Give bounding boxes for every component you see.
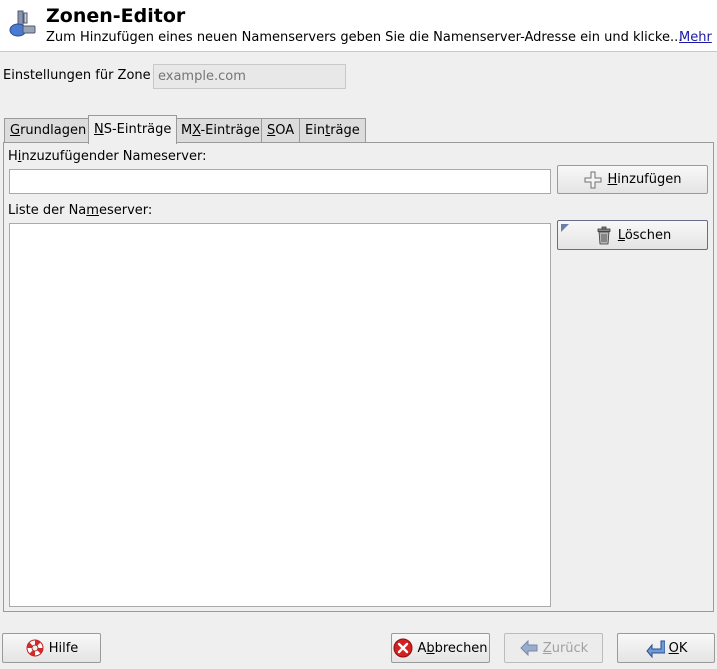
nameserver-list-label: Liste der Nameserver:	[8, 203, 153, 218]
tab-grundlagen[interactable]: Grundlagen	[4, 118, 93, 143]
zone-label: Einstellungen für Zone	[3, 68, 151, 83]
tab-soa[interactable]: SOA	[261, 118, 301, 143]
cancel-icon	[393, 638, 413, 658]
dialog-header: Zonen-Editor Zum Hinzufügen eines neuen …	[0, 0, 717, 52]
trash-icon	[597, 226, 611, 245]
focus-corner-marker	[561, 224, 569, 232]
more-link[interactable]: Mehr	[679, 30, 712, 45]
nameserver-list[interactable]	[9, 223, 551, 607]
lifebuoy-icon	[26, 639, 44, 657]
add-button[interactable]: Hinzufügen	[557, 165, 708, 194]
back-button[interactable]: Zurück	[504, 633, 603, 663]
tab-mx-eintraege[interactable]: MX-Einträge	[175, 118, 266, 143]
dns-network-icon	[9, 10, 36, 37]
zone-input[interactable]	[153, 64, 346, 89]
dialog-title: Zonen-Editor	[46, 5, 186, 27]
cancel-button[interactable]: Abbrechen	[391, 633, 490, 663]
ok-button[interactable]: OK	[617, 633, 715, 663]
help-button[interactable]: Hilfe	[2, 633, 101, 663]
arrow-left-icon	[520, 639, 538, 657]
add-nameserver-input[interactable]	[9, 169, 551, 194]
dialog-description: Zum Hinzufügen eines neuen Namenservers …	[46, 30, 683, 45]
add-nameserver-label: Hinzuzufügender Nameserver:	[8, 149, 207, 164]
tab-ns-eintraege[interactable]: NS-Einträge	[88, 115, 178, 144]
tab-eintraege[interactable]: Einträge	[299, 118, 366, 143]
delete-button[interactable]: Löschen	[557, 220, 708, 250]
enter-arrow-icon	[645, 640, 665, 658]
plus-icon	[584, 171, 602, 188]
